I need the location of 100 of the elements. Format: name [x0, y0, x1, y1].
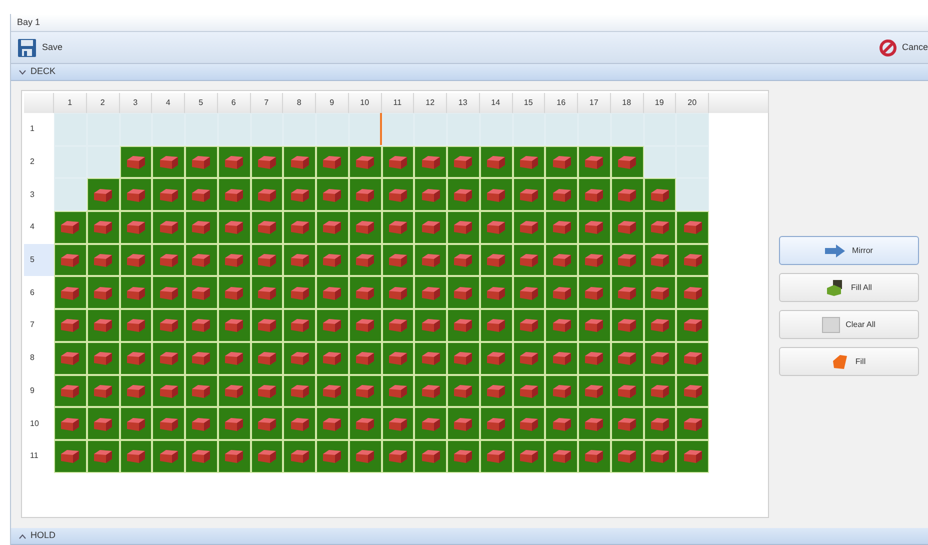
slot-cell[interactable] [316, 113, 349, 146]
slot-cell[interactable] [185, 440, 218, 473]
slot-cell[interactable] [283, 178, 316, 212]
slot-cell[interactable] [185, 244, 218, 276]
slot-cell[interactable] [578, 276, 611, 310]
slot-cell[interactable] [348, 309, 382, 342]
slot-cell[interactable] [644, 113, 676, 146]
slot-cell[interactable] [316, 407, 349, 440]
slot-cell[interactable] [250, 440, 284, 473]
slot-cell[interactable] [218, 146, 250, 178]
slot-cell[interactable] [414, 146, 447, 178]
slot-cell[interactable] [644, 146, 676, 178]
slot-cell[interactable] [480, 244, 512, 276]
slot-cell[interactable] [545, 309, 578, 342]
slot-cell[interactable] [54, 342, 87, 374]
slot-cell[interactable] [86, 374, 120, 408]
slot-cell[interactable] [54, 146, 87, 178]
slot-cell[interactable] [610, 309, 644, 342]
slot-cell[interactable] [578, 146, 611, 178]
slot-cell[interactable] [185, 276, 218, 310]
slot-cell[interactable] [120, 211, 152, 244]
slot-cell[interactable] [86, 440, 120, 473]
slot-cell[interactable] [185, 211, 218, 244]
slot-cell[interactable] [447, 146, 480, 178]
slot-cell[interactable] [218, 374, 250, 408]
slot-cell[interactable] [545, 211, 578, 244]
slot-cell[interactable] [414, 211, 447, 244]
slot-cell[interactable] [316, 440, 349, 473]
slot-cell[interactable] [447, 178, 480, 212]
action-button[interactable]: Clear All [778, 310, 918, 339]
slot-cell[interactable] [316, 342, 349, 374]
slot-cell[interactable] [152, 276, 185, 310]
slot-cell[interactable] [512, 309, 546, 342]
slot-cell[interactable] [480, 211, 512, 244]
row-header[interactable]: 5 [24, 244, 54, 276]
slot-cell[interactable] [316, 244, 349, 276]
deck-section-toggle[interactable]: DECK [19, 65, 56, 79]
slot-cell[interactable] [54, 374, 87, 408]
slot-cell[interactable] [152, 309, 185, 342]
slot-cell[interactable] [545, 178, 578, 212]
slot-cell[interactable] [676, 407, 709, 440]
slot-cell[interactable] [316, 276, 349, 310]
slot-cell[interactable] [218, 407, 250, 440]
slot-cell[interactable] [54, 309, 87, 342]
slot-cell[interactable] [185, 374, 218, 408]
slot-cell[interactable] [283, 342, 316, 374]
slot-cell[interactable] [610, 342, 644, 374]
slot-cell[interactable] [120, 309, 152, 342]
slot-cell[interactable] [250, 113, 284, 146]
slot-cell[interactable] [512, 244, 546, 276]
slot-cell[interactable] [610, 211, 644, 244]
slot-cell[interactable] [447, 244, 480, 276]
slot-cell[interactable] [512, 440, 546, 473]
slot-cell[interactable] [54, 113, 87, 146]
slot-cell[interactable] [86, 211, 120, 244]
slot-cell[interactable] [610, 113, 644, 146]
slot-cell[interactable] [86, 309, 120, 342]
slot-cell[interactable] [610, 178, 644, 212]
slot-cell[interactable] [218, 244, 250, 276]
slot-cell[interactable] [545, 407, 578, 440]
slot-cell[interactable] [414, 113, 447, 146]
slot-cell[interactable] [54, 407, 87, 440]
slot-cell[interactable] [512, 276, 546, 310]
slot-cell[interactable] [86, 244, 120, 276]
slot-cell[interactable] [152, 407, 185, 440]
slot-cell[interactable] [545, 276, 578, 310]
slot-cell[interactable] [185, 113, 218, 146]
slot-cell[interactable] [54, 244, 87, 276]
slot-cell[interactable] [283, 113, 316, 146]
slot-cell[interactable] [316, 374, 349, 408]
slot-cell[interactable] [382, 407, 414, 440]
slot-cell[interactable] [644, 407, 676, 440]
slot-cell[interactable] [218, 309, 250, 342]
slot-cell[interactable] [545, 244, 578, 276]
slot-cell[interactable] [414, 276, 447, 310]
slot-cell[interactable] [120, 342, 152, 374]
slot-cell[interactable] [152, 211, 185, 244]
slot-cell[interactable] [382, 342, 414, 374]
slot-cell[interactable] [86, 146, 120, 178]
slot-cell[interactable] [185, 146, 218, 178]
slot-cell[interactable] [120, 146, 152, 178]
slot-cell[interactable] [545, 113, 578, 146]
slot-cell[interactable] [120, 374, 152, 408]
slot-cell[interactable] [382, 309, 414, 342]
slot-cell[interactable] [152, 178, 185, 212]
slot-cell[interactable] [610, 244, 644, 276]
slot-cell[interactable] [120, 113, 152, 146]
slot-cell[interactable] [578, 342, 611, 374]
slot-cell[interactable] [676, 178, 709, 212]
slot-cell[interactable] [348, 440, 382, 473]
slot-cell[interactable] [447, 211, 480, 244]
slot-cell[interactable] [250, 276, 284, 310]
slot-cell[interactable] [283, 407, 316, 440]
slot-cell[interactable] [250, 374, 284, 408]
slot-cell[interactable] [447, 276, 480, 310]
slot-cell[interactable] [283, 440, 316, 473]
slot-cell[interactable] [120, 407, 152, 440]
slot-cell[interactable] [348, 276, 382, 310]
slot-cell[interactable] [316, 178, 349, 212]
slot-cell[interactable] [250, 407, 284, 440]
